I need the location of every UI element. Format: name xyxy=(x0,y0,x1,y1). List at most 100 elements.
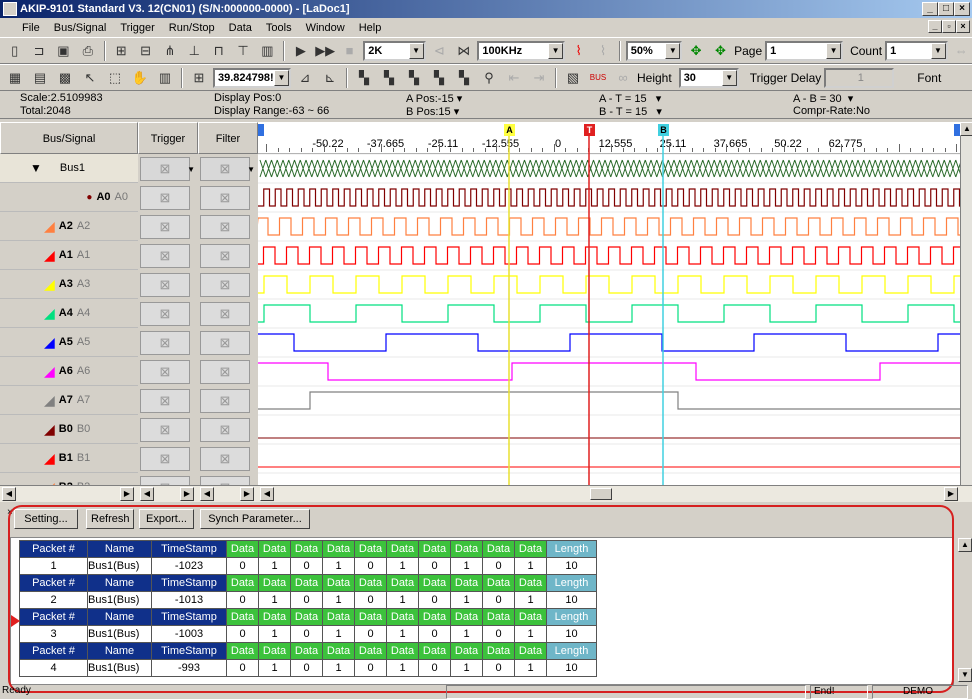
doc-restore-button[interactable]: ▫ xyxy=(942,20,956,33)
signal-row[interactable]: ▼ Bus1 ⊠ ▼ ⊠ ▼ xyxy=(0,154,260,183)
height-select[interactable]: 30 ▼ xyxy=(678,67,739,88)
zoom-in-icon[interactable]: ✥ xyxy=(685,40,706,62)
nav-icon[interactable]: ⇔ xyxy=(951,40,972,62)
new-file-icon[interactable]: ▯ xyxy=(4,40,25,62)
dropdown-arrow-icon[interactable]: ▼ xyxy=(247,165,255,174)
prev-icon[interactable]: ⇤ xyxy=(503,67,525,89)
menu-window[interactable]: Window xyxy=(304,22,347,34)
signal-row[interactable]: ◢ B1 B1 ⊠ ⊠ xyxy=(0,444,260,473)
table-icon[interactable]: ▤ xyxy=(29,67,51,89)
add-signal-icon[interactable]: ⊟ xyxy=(135,40,156,62)
menu-trigger[interactable]: Trigger xyxy=(118,22,156,34)
signal-name-cell[interactable]: ◢ A3 A3 xyxy=(0,270,138,299)
filter-cell[interactable]: ⊠ xyxy=(200,389,250,413)
trigger-cell[interactable]: ⊠ xyxy=(140,302,190,326)
packet-scroll-up-icon[interactable]: ▲ xyxy=(958,538,972,552)
close-panel-icon[interactable]: × xyxy=(7,507,13,518)
trigger-cell[interactable]: ⊠ xyxy=(140,447,190,471)
filter-cell[interactable]: ⊠ xyxy=(200,302,250,326)
trigger-cell[interactable]: ⊠ xyxy=(140,360,190,384)
link-icon[interactable]: ∞ xyxy=(612,67,634,89)
settings-icon[interactable]: ▧ xyxy=(562,67,584,89)
signal-name-cell[interactable]: ◢ A1 A1 xyxy=(0,241,138,270)
signal-name-cell[interactable]: ◢ A6 A6 xyxy=(0,357,138,386)
calendar-icon[interactable]: ▥ xyxy=(154,67,176,89)
time-value-select[interactable]: 39.824798! ▼ xyxy=(213,67,291,88)
col-filter[interactable]: Filter xyxy=(198,122,258,154)
next-icon[interactable]: ⇥ xyxy=(528,67,550,89)
scroll-right-icon[interactable]: ▶ xyxy=(240,487,254,501)
filter-cell[interactable]: ⊠ xyxy=(200,273,250,297)
open-folder-icon[interactable]: ⊐ xyxy=(28,40,49,62)
trigger-cell[interactable]: ⊠ xyxy=(140,273,190,297)
signal-row[interactable]: ◢ A5 A5 ⊠ ⊠ xyxy=(0,328,260,357)
chart-icon[interactable]: ▩ xyxy=(54,67,76,89)
bar-a-icon[interactable]: ▚ xyxy=(353,67,375,89)
clock-icon[interactable]: ⊲ xyxy=(429,40,450,62)
signal-row[interactable]: ◢ B0 B0 ⊠ ⊠ xyxy=(0,415,260,444)
trigger-rise-icon[interactable]: ⊥ xyxy=(184,40,205,62)
binoculars-icon[interactable]: ⚲ xyxy=(478,67,500,89)
layout-icon[interactable]: ▦ xyxy=(4,67,26,89)
scroll-left-icon[interactable]: ◀ xyxy=(260,487,274,501)
filter-cell[interactable]: ⊠ xyxy=(200,186,250,210)
signal-row[interactable]: ◢ A2 A2 ⊠ ⊠ xyxy=(0,212,260,241)
run-continuous-icon[interactable]: ▶▶ xyxy=(315,40,336,62)
filter-cell[interactable]: ⊠ xyxy=(200,331,250,355)
hand-icon[interactable]: ✋ xyxy=(129,67,151,89)
filter-cell[interactable]: ⊠ xyxy=(200,360,250,384)
signal-name-cell[interactable]: ▼ Bus1 xyxy=(0,154,138,183)
filter-cell[interactable]: ⊠ ▼ xyxy=(200,157,255,181)
bus-icon[interactable]: BUS xyxy=(587,67,609,89)
packet-row[interactable]: 2 Bus1(Bus) -1013 0 1 0 1 0 1 0 1 0 1 10 xyxy=(19,591,597,609)
export-button[interactable]: Export... xyxy=(139,509,194,529)
signal-row[interactable]: ◢ A1 A1 ⊠ ⊠ xyxy=(0,241,260,270)
trigger-fall-icon[interactable]: ⊤ xyxy=(232,40,253,62)
filter-cell[interactable]: ⊠ xyxy=(200,447,250,471)
save-icon[interactable]: ▣ xyxy=(53,40,74,62)
sample-depth-select[interactable]: 2K ▼ xyxy=(363,40,426,61)
trigger-cell[interactable]: ⊠ xyxy=(140,186,190,210)
menu-file[interactable]: File xyxy=(20,22,42,34)
scroll-right-icon[interactable]: ▶ xyxy=(180,487,194,501)
signal-row[interactable]: ● A0 A0 ⊠ ⊠ xyxy=(0,183,260,212)
dropdown-arrow-icon[interactable]: ▼ xyxy=(187,165,195,174)
bar-b-icon[interactable]: ▚ xyxy=(378,67,400,89)
marker-right-icon[interactable]: ⊾ xyxy=(319,67,341,89)
pointer-icon[interactable]: ↖ xyxy=(79,67,101,89)
signal-props-icon[interactable]: ⋔ xyxy=(159,40,180,62)
wave-gray-icon[interactable]: ⌇ xyxy=(592,40,613,62)
zoom-select[interactable]: 50% ▼ xyxy=(625,40,683,61)
bar-c-icon[interactable]: ▚ xyxy=(403,67,425,89)
scroll-up-icon[interactable]: ▲ xyxy=(960,122,972,136)
close-button[interactable]: × xyxy=(954,2,970,16)
trigger-cell[interactable]: ⊠ xyxy=(140,244,190,268)
menu-run-stop[interactable]: Run/Stop xyxy=(167,22,217,34)
doc-close-button[interactable]: × xyxy=(956,20,970,33)
signal-name-cell[interactable]: ◢ A4 A4 xyxy=(0,299,138,328)
menu-tools[interactable]: Tools xyxy=(264,22,294,34)
menu-data[interactable]: Data xyxy=(227,22,254,34)
packet-row[interactable]: 3 Bus1(Bus) -1003 0 1 0 1 0 1 0 1 0 1 10 xyxy=(19,625,597,643)
signal-row[interactable]: ◢ A7 A7 ⊠ ⊠ xyxy=(0,386,260,415)
signal-name-cell[interactable]: ◢ A7 A7 xyxy=(0,386,138,415)
setting-button[interactable]: Setting... xyxy=(14,509,78,529)
scroll-thumb[interactable] xyxy=(590,488,612,500)
doc-minimize-button[interactable]: _ xyxy=(928,20,942,33)
signal-name-cell[interactable]: ◢ A2 A2 xyxy=(0,212,138,241)
page-select[interactable]: 1 ▼ xyxy=(765,40,844,61)
signal-row[interactable]: ◢ A3 A3 ⊠ ⊠ xyxy=(0,270,260,299)
select-icon[interactable]: ⬚ xyxy=(104,67,126,89)
filter-cell[interactable]: ⊠ xyxy=(200,244,250,268)
minimize-button[interactable]: _ xyxy=(922,2,938,16)
scroll-right-icon[interactable]: ▶ xyxy=(944,487,958,501)
vertical-scrollbar[interactable]: ▲ xyxy=(960,122,972,485)
menu-bus-signal[interactable]: Bus/Signal xyxy=(52,22,109,34)
trigger-cell[interactable]: ⊠ xyxy=(140,215,190,239)
refresh-button[interactable]: Refresh xyxy=(86,509,134,529)
menu-help[interactable]: Help xyxy=(357,22,384,34)
count-select[interactable]: 1 ▼ xyxy=(885,40,948,61)
trigger-setup-icon[interactable]: ▥ xyxy=(257,40,278,62)
trigger-cell[interactable]: ⊠ xyxy=(140,418,190,442)
scroll-left-icon[interactable]: ◀ xyxy=(140,487,154,501)
